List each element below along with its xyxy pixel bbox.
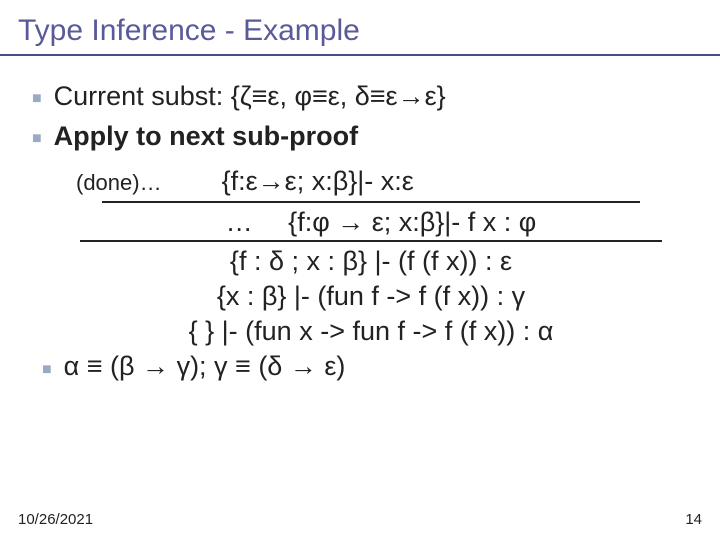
done-label: (done)… [42,170,162,196]
inference-rule-line-2 [80,240,662,242]
ellipsis: … [226,207,253,237]
square-bullet-icon: ■ [32,90,42,108]
proof-row-2: … {f:φ → ε; x:β}|- f x : φ [42,207,700,238]
bullet-1-text: Current subst: {ζ≡ε, φ≡ε, δ≡ε→ε} [54,80,446,114]
proof-r1: {f:ε→ε; x:β}|- x:ε [222,166,414,197]
inference-rule-line-1 [102,201,640,203]
proof-row-1: (done)… {f:ε→ε; x:β}|- x:ε [42,166,700,197]
square-bullet-icon: ■ [32,130,42,148]
slide-footer: 10/26/2021 14 [18,511,702,528]
proof-row-5: { } |- (fun x -> fun f -> f (f x)) : α [42,316,700,347]
proof-row-4: {x : β} |- (fun f -> f (f x)) : γ [42,281,700,312]
proof-block: (done)… {f:ε→ε; x:β}|- x:ε … {f:φ → ε; x… [32,166,700,382]
unification-result: α ≡ (β → γ); γ ≡ (δ → ε) [64,351,346,382]
footer-page-number: 14 [685,511,702,528]
title-divider [0,54,720,56]
square-bullet-icon: ■ [42,361,52,379]
slide-title: Type Inference - Example [0,0,720,54]
proof-row-3: {f : δ ; x : β} |- (f (f x)) : ε [42,246,700,277]
proof-r2: {f:φ → ε; x:β}|- f x : φ [288,207,536,237]
bullet-2-text: Apply to next sub-proof [54,120,358,154]
footer-date: 10/26/2021 [18,511,93,528]
bullet-2: ■ Apply to next sub-proof [32,120,700,154]
bullet-1: ■ Current subst: {ζ≡ε, φ≡ε, δ≡ε→ε} [32,80,700,114]
bullet-3: ■ α ≡ (β → γ); γ ≡ (δ → ε) [42,351,700,382]
slide-content: ■ Current subst: {ζ≡ε, φ≡ε, δ≡ε→ε} ■ App… [0,80,720,382]
